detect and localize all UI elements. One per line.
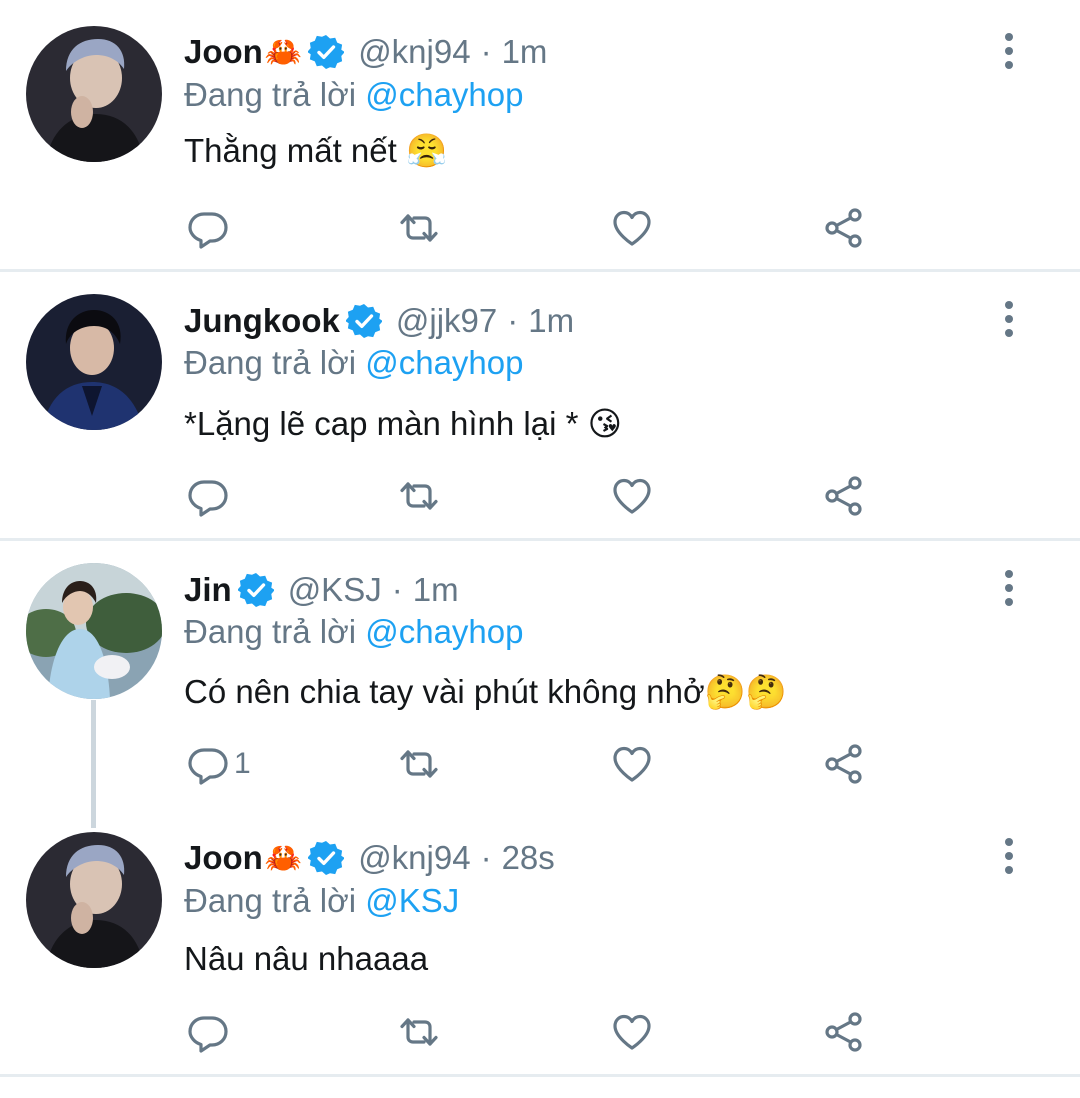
display-name[interactable]: Joon: [184, 839, 263, 877]
tweet-header: Jungkook @jjk97 · 1m: [184, 296, 574, 346]
tweet[interactable]: Jungkook @jjk97 · 1m Đang trả lời @chayh…: [0, 272, 1080, 538]
share-button[interactable]: [822, 474, 866, 518]
user-handle[interactable]: @KSJ: [288, 571, 382, 609]
mention-link[interactable]: @KSJ: [365, 882, 459, 919]
display-name[interactable]: Jungkook: [184, 302, 340, 340]
replying-to-label: Đang trả lời: [184, 76, 357, 113]
replying-to: Đang trả lời @chayhop: [184, 613, 523, 651]
separator: ·: [480, 33, 492, 70]
share-button[interactable]: [822, 1010, 866, 1054]
like-button[interactable]: [610, 1010, 654, 1054]
tweet-header: Jin @KSJ · 1m: [184, 565, 459, 615]
like-button[interactable]: [610, 742, 654, 786]
reply-count: 1: [234, 747, 251, 780]
crab-emoji: 🦀: [264, 841, 303, 875]
retweet-icon: [397, 206, 441, 250]
mention-link[interactable]: @chayhop: [365, 76, 523, 113]
user-handle[interactable]: @knj94: [358, 839, 470, 877]
replying-to: Đang trả lời @chayhop: [184, 344, 523, 382]
verified-badge-icon: [346, 303, 382, 339]
tweet[interactable]: Joon 🦀 @knj94 · 28s Đang trả lời @KSJ Nâ…: [0, 808, 1080, 1074]
retweet-button[interactable]: [397, 1010, 441, 1054]
reply-icon: [186, 1010, 230, 1054]
retweet-button[interactable]: [397, 206, 441, 250]
tweet-header: Joon 🦀 @knj94 · 28s: [184, 833, 555, 883]
replying-to: Đang trả lời @KSJ: [184, 882, 459, 920]
retweet-icon: [397, 1010, 441, 1054]
reply-button[interactable]: [186, 1010, 234, 1054]
share-icon: [822, 1010, 866, 1054]
separator: ·: [391, 571, 403, 608]
like-icon: [610, 474, 654, 518]
like-icon: [610, 1010, 654, 1054]
share-icon: [822, 742, 866, 786]
display-name[interactable]: Jin: [184, 571, 232, 609]
avatar[interactable]: [26, 563, 162, 699]
timestamp[interactable]: 28s: [502, 839, 555, 877]
retweet-icon: [397, 474, 441, 518]
like-button[interactable]: [610, 206, 654, 250]
replying-to-label: Đang trả lời: [184, 613, 357, 650]
retweet-button[interactable]: [397, 474, 441, 518]
separator: ·: [480, 839, 492, 876]
user-handle[interactable]: @knj94: [358, 33, 470, 71]
like-icon: [610, 742, 654, 786]
reply-button[interactable]: [186, 474, 234, 518]
verified-badge-icon: [238, 572, 274, 608]
retweet-icon: [397, 742, 441, 786]
more-options-icon[interactable]: [996, 836, 1022, 876]
reply-icon: [186, 742, 230, 786]
replying-to: Đang trả lời @chayhop: [184, 76, 523, 114]
user-handle[interactable]: @jjk97: [396, 302, 497, 340]
mention-link[interactable]: @chayhop: [365, 613, 523, 650]
timestamp[interactable]: 1m: [413, 571, 459, 609]
verified-badge-icon: [308, 34, 344, 70]
verified-badge-icon: [308, 840, 344, 876]
replying-to-label: Đang trả lời: [184, 882, 357, 919]
divider: [0, 1074, 1080, 1077]
more-options-icon[interactable]: [996, 299, 1022, 339]
tweet-text: Thằng mất nết 😤: [184, 132, 448, 169]
timestamp[interactable]: 1m: [502, 33, 548, 71]
avatar[interactable]: [26, 26, 162, 162]
tweet-text: Nâu nâu nhaaaa: [184, 940, 429, 977]
share-icon: [822, 474, 866, 518]
separator: ·: [507, 302, 519, 339]
more-options-icon[interactable]: [996, 568, 1022, 608]
tweet-header: Joon 🦀 @knj94 · 1m: [184, 27, 547, 77]
tweet[interactable]: Jin @KSJ · 1m Đang trả lời @chayhop Có n…: [0, 541, 1080, 806]
retweet-button[interactable]: [397, 742, 441, 786]
share-button[interactable]: [822, 742, 866, 786]
reply-button[interactable]: 1: [186, 742, 251, 786]
tweet-text: *Lặng lẽ cap màn hình lại * 😘: [184, 405, 623, 442]
tweet-text: Có nên chia tay vài phút không nhở🤔🤔: [184, 673, 787, 710]
like-button[interactable]: [610, 474, 654, 518]
share-button[interactable]: [822, 206, 866, 250]
reply-button[interactable]: [186, 206, 234, 250]
avatar[interactable]: [26, 294, 162, 430]
timestamp[interactable]: 1m: [528, 302, 574, 340]
tweet[interactable]: Joon 🦀 @knj94 · 1m Đang trả lời @chayhop…: [0, 0, 1080, 270]
replying-to-label: Đang trả lời: [184, 344, 357, 381]
display-name[interactable]: Joon: [184, 33, 263, 71]
crab-emoji: 🦀: [264, 35, 303, 69]
reply-icon: [186, 206, 230, 250]
like-icon: [610, 206, 654, 250]
reply-icon: [186, 474, 230, 518]
avatar[interactable]: [26, 832, 162, 968]
more-options-icon[interactable]: [996, 31, 1022, 71]
mention-link[interactable]: @chayhop: [365, 344, 523, 381]
share-icon: [822, 206, 866, 250]
